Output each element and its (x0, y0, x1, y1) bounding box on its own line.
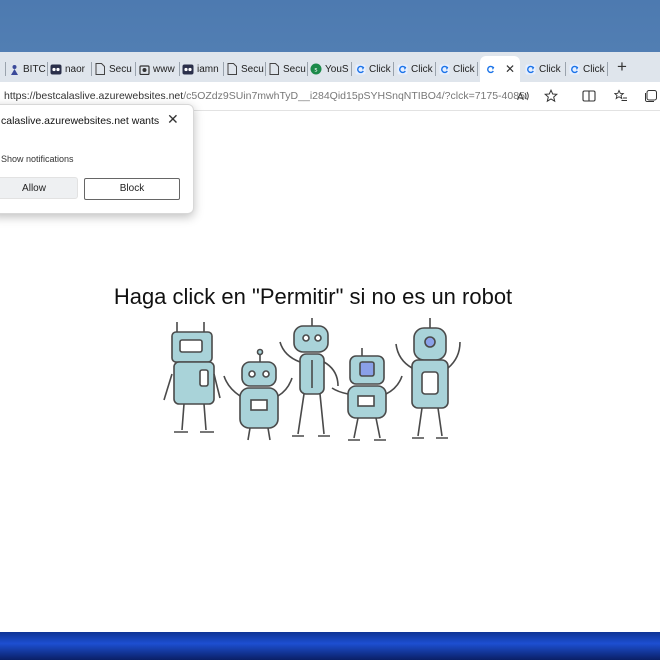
figure-icon (8, 63, 20, 75)
browser-window: BITC naor Secu www iamn Secu Secu s YouS (0, 52, 660, 632)
tab[interactable]: Secu (268, 56, 308, 82)
tab[interactable]: Secu (226, 56, 266, 82)
popup-message: Show notifications (1, 154, 74, 164)
green-circle-icon: s (310, 63, 322, 75)
svg-text:s: s (314, 67, 317, 74)
page-icon (94, 63, 106, 75)
split-screen-icon[interactable] (580, 87, 598, 105)
tab[interactable]: Click (524, 56, 566, 82)
refresh-icon (568, 63, 580, 75)
page-icon (268, 63, 280, 75)
page-headline: Haga click en "Permitir" si no es un rob… (113, 284, 513, 309)
tab-label: Secu (109, 63, 132, 75)
popup-close-icon[interactable]: ✕ (167, 111, 179, 128)
tab[interactable]: naor (50, 56, 92, 82)
favorite-star-icon[interactable] (542, 87, 560, 105)
tab-label: BITC (23, 63, 46, 75)
media-icon (50, 63, 62, 75)
tab-label: Click (411, 63, 433, 75)
tab[interactable]: Click (568, 56, 608, 82)
tab-label: Secu (283, 63, 306, 75)
tab-label: Click (369, 63, 391, 75)
media-icon (182, 63, 194, 75)
url-host: https://bestcalaslive.azurewebsites.net (4, 90, 184, 102)
refresh-icon (438, 63, 450, 75)
tab[interactable]: Secu (94, 56, 136, 82)
tab[interactable]: Click (396, 56, 436, 82)
tab-strip: BITC naor Secu www iamn Secu Secu s YouS (0, 52, 660, 82)
tab[interactable]: Click (438, 56, 478, 82)
collections-icon[interactable] (642, 87, 660, 105)
tab-label: Secu (241, 63, 264, 75)
tab[interactable]: iamn (182, 56, 224, 82)
allow-button[interactable]: Allow (0, 177, 78, 199)
tab-label: Click (583, 63, 605, 75)
tab-active[interactable]: ✕ (480, 56, 520, 82)
url-path: /c5OZdz9SUin7mwhTyD__i284Qid15pSYHSnqNTI… (183, 90, 528, 102)
tab-label: naor (65, 63, 86, 75)
page-icon (226, 63, 238, 75)
refresh-icon (354, 63, 366, 75)
block-button[interactable]: Block (84, 178, 180, 200)
tab[interactable]: www (138, 56, 180, 82)
tab[interactable]: s YouS (310, 56, 352, 82)
refresh-icon (484, 63, 496, 75)
refresh-icon (524, 63, 536, 75)
tab-label: iamn (197, 63, 219, 75)
tab-label: YouS (325, 63, 349, 75)
favorites-icon[interactable] (612, 87, 630, 105)
tab-label: Click (453, 63, 475, 75)
desktop-wallpaper (0, 630, 660, 660)
new-tab-button[interactable]: + (612, 56, 632, 80)
tab-close-icon[interactable]: ✕ (505, 62, 515, 76)
popup-title: calaslive.azurewebsites.net wants (1, 115, 160, 127)
read-aloud-icon[interactable]: A (514, 87, 532, 105)
tab[interactable]: BITC (8, 56, 48, 82)
tab[interactable] (0, 56, 6, 82)
refresh-icon (396, 63, 408, 75)
tab[interactable]: Click (354, 56, 394, 82)
robots-illustration (163, 318, 461, 441)
tab-label: www (153, 63, 175, 75)
svg-text:A: A (517, 92, 524, 103)
bag-icon (138, 63, 150, 75)
tab-label: Click (539, 63, 561, 75)
